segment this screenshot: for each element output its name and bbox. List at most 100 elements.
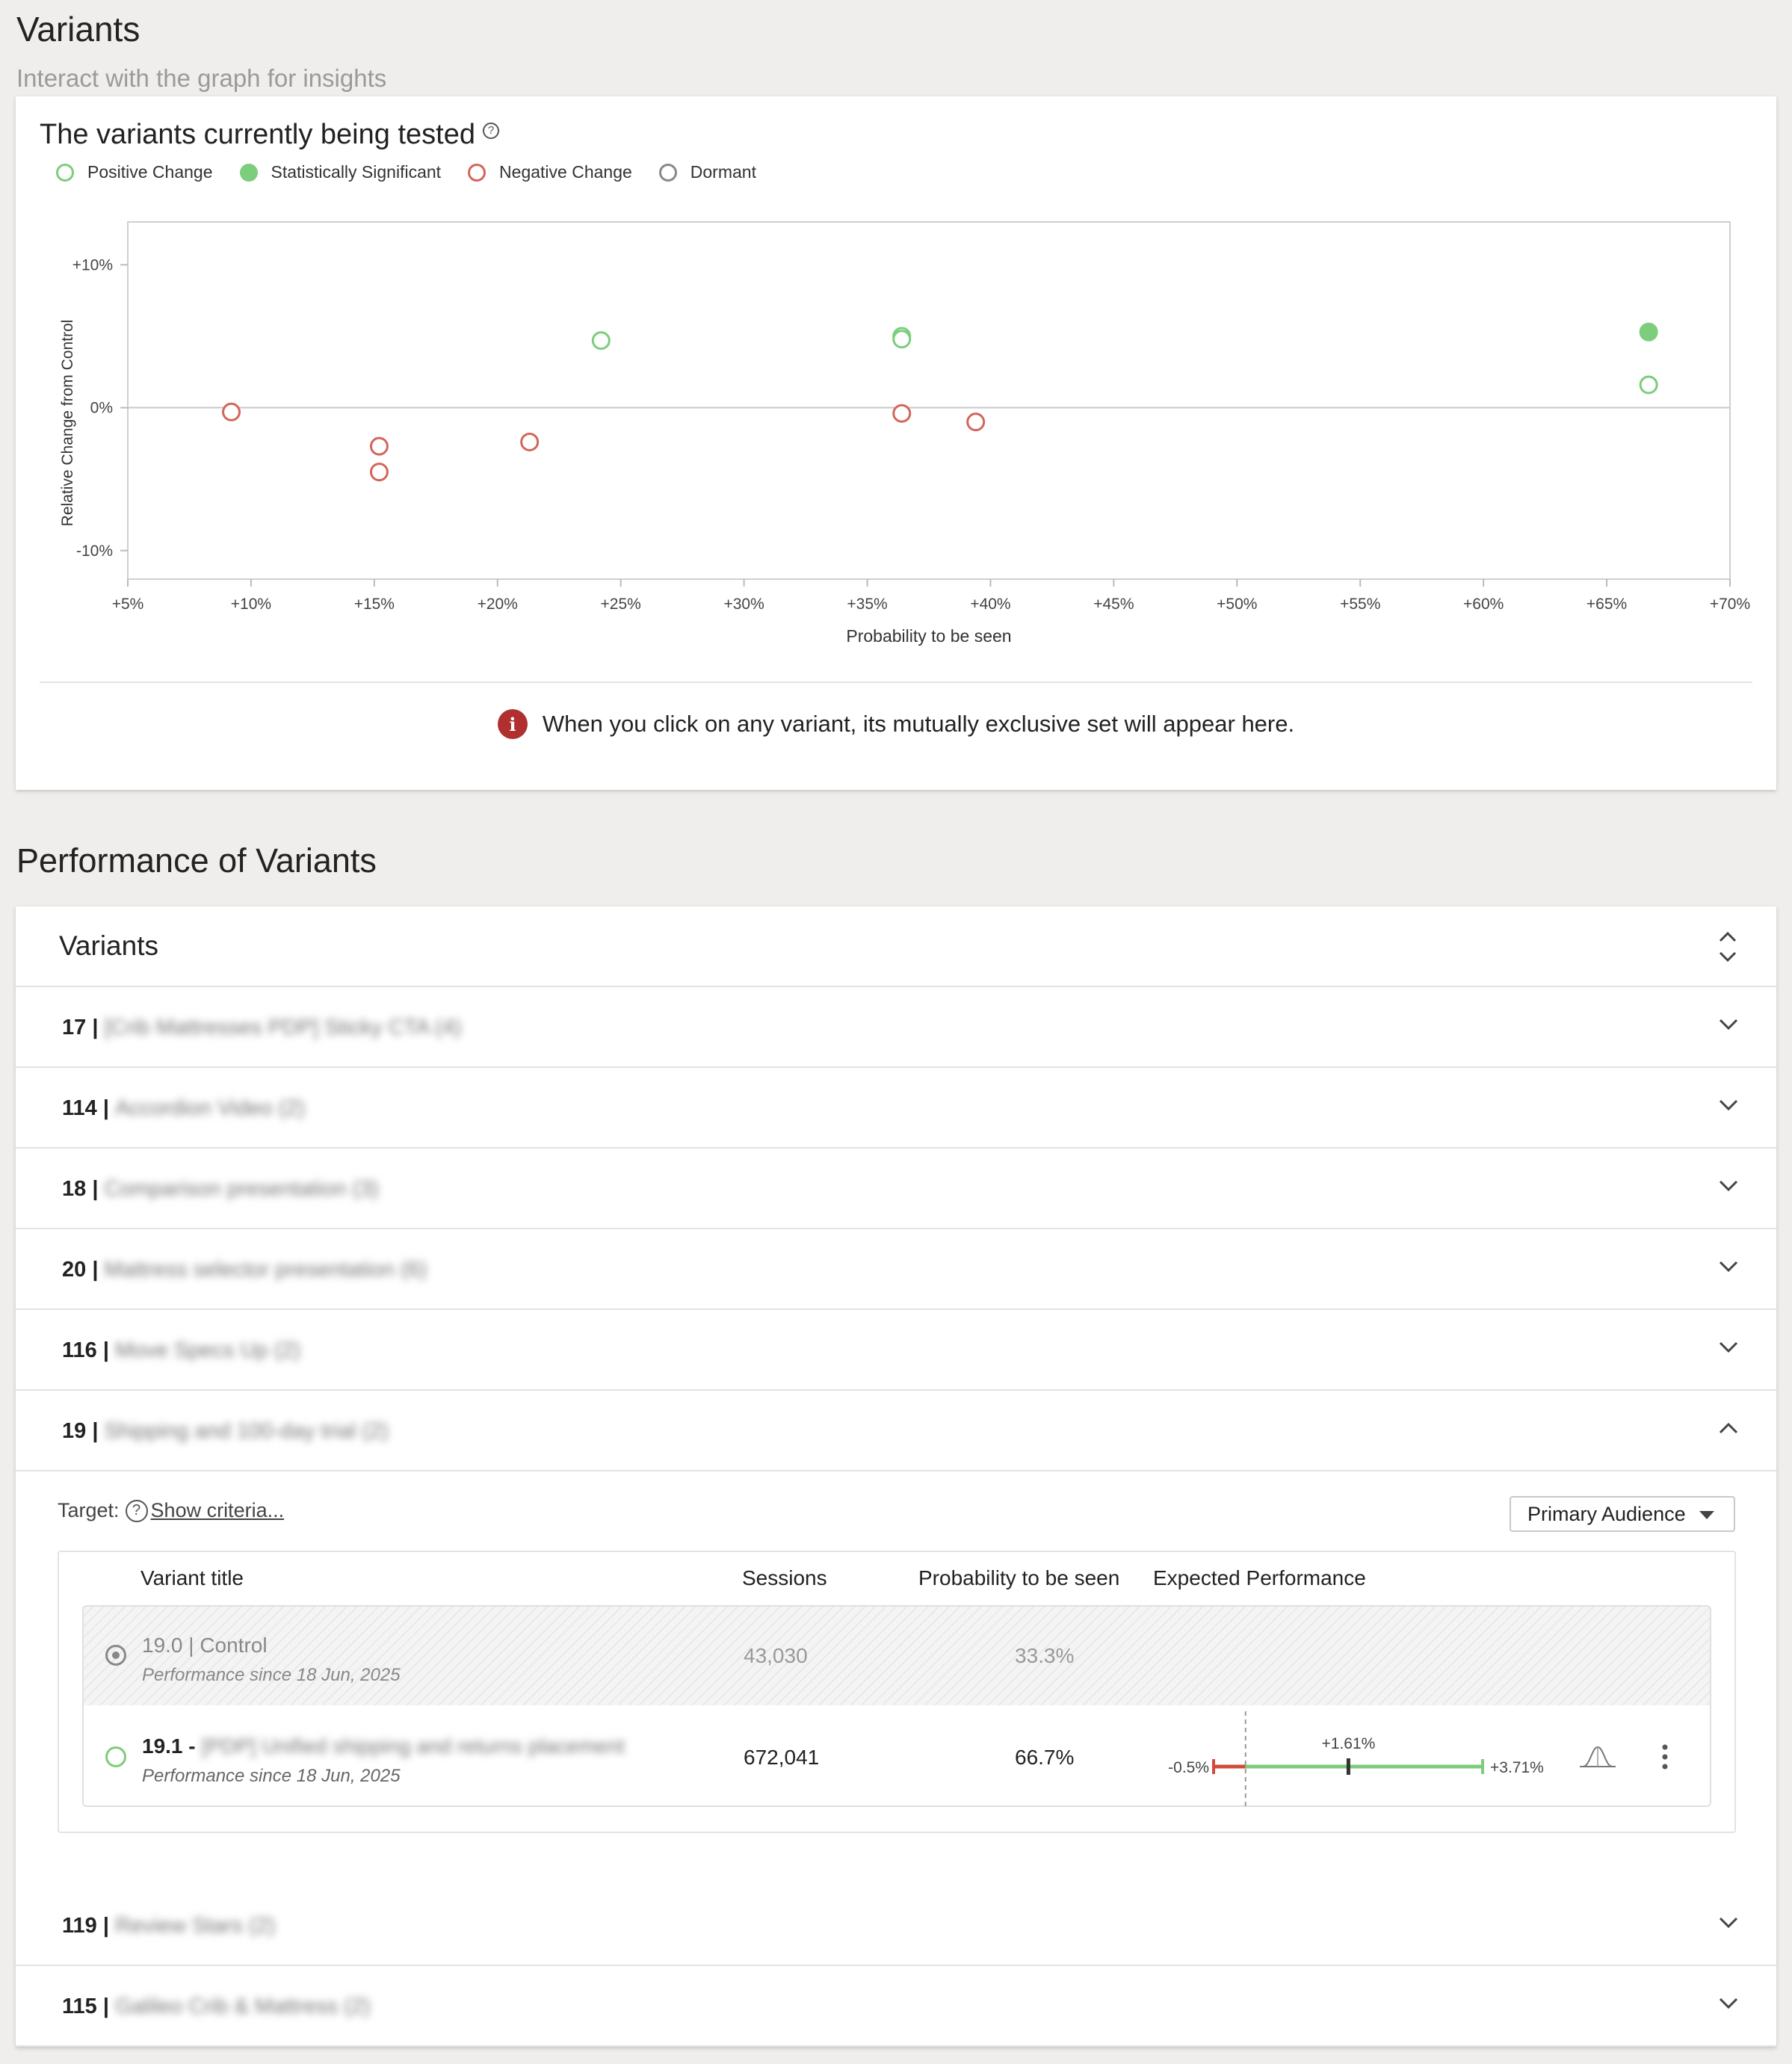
x-tick-label: +30% xyxy=(723,596,764,613)
col-probability: Probability to be seen xyxy=(918,1566,1120,1589)
legend-swatch xyxy=(56,163,74,182)
variant-group-number: 119 | xyxy=(62,1914,109,1938)
x-tick-label: +70% xyxy=(1710,596,1750,613)
chevron-down-icon[interactable] xyxy=(1718,1017,1739,1032)
target-label: Target: ? Show criteria... xyxy=(58,1499,284,1522)
control-probability: 33.3% xyxy=(1015,1644,1075,1667)
variant-sessions: 672,041 xyxy=(744,1746,820,1769)
chevron-up-icon[interactable] xyxy=(1718,1421,1739,1436)
chevron-down-icon[interactable] xyxy=(1718,1259,1739,1274)
variant-point[interactable] xyxy=(222,402,241,421)
performance-header: Variants xyxy=(16,906,1776,987)
variant-group-number: 116 | xyxy=(62,1338,109,1362)
variant-group-row[interactable]: 18 | Comparison presentation (3) xyxy=(16,1149,1776,1229)
variant-point[interactable] xyxy=(892,404,912,423)
x-tick-label: +55% xyxy=(1340,596,1380,613)
legend-swatch xyxy=(468,163,486,182)
caret-down-icon xyxy=(1699,1511,1714,1519)
x-tick-label: +25% xyxy=(601,596,641,613)
variant-point[interactable] xyxy=(1639,375,1658,395)
y-axis-label: Relative Change from Control xyxy=(59,320,76,527)
variant-group-number: 17 | xyxy=(62,1016,99,1039)
legend-label: Positive Change xyxy=(87,162,213,182)
audience-select[interactable]: Primary Audience xyxy=(1510,1496,1735,1532)
x-tick-label: +60% xyxy=(1463,596,1504,613)
variant-group-row[interactable]: 114 | Accordion Video (2) xyxy=(16,1068,1776,1149)
show-criteria-link[interactable]: Show criteria... xyxy=(151,1499,285,1522)
variant-group-name: Move Specs Up (2) xyxy=(114,1338,301,1362)
y-tick-label: 0% xyxy=(90,400,113,417)
x-tick-label: +5% xyxy=(112,596,144,613)
variant-group-label: 115 | Galileo Crib & Mattress (2) xyxy=(62,1995,371,2019)
variant-since: Performance since 18 Jun, 2025 xyxy=(142,1766,401,1786)
variant-radio[interactable] xyxy=(105,1746,126,1767)
variant-point[interactable] xyxy=(966,413,986,432)
variant-name: [PDP] Unified shipping and returns place… xyxy=(201,1734,625,1758)
legend-item[interactable]: Dormant xyxy=(658,162,756,182)
variant-group-name: Shipping and 100-day trial (2) xyxy=(104,1419,389,1443)
variant-point[interactable] xyxy=(591,331,611,350)
variant-group-row[interactable]: 19 | Shipping and 100-day trial (2) xyxy=(16,1391,1776,1471)
chart-legend: Positive Change Statistically Significant… xyxy=(56,162,756,182)
variant-title-text: 19.1 - xyxy=(142,1734,196,1758)
expected-mid-label: +1.61% xyxy=(1322,1735,1376,1752)
chart-title: The variants currently being tested ? xyxy=(40,119,499,151)
legend-label: Negative Change xyxy=(499,162,632,182)
control-radio[interactable] xyxy=(105,1645,126,1666)
variant-group-number: 20 | xyxy=(62,1258,99,1282)
col-variant-title: Variant title xyxy=(140,1566,244,1589)
legend-item[interactable]: Negative Change xyxy=(468,162,632,182)
variants-chart-card: +5% +10% +15% +20% +25% +30% +35% +40% +45% +50% +… xyxy=(16,96,1776,790)
variant-group-row[interactable]: 119 | Review Stars (2) xyxy=(16,1885,1776,1966)
sort-toggle-icon[interactable] xyxy=(1717,929,1739,965)
legend-label: Statistically Significant xyxy=(271,162,442,182)
audience-select-value: Primary Audience xyxy=(1527,1502,1686,1525)
variant-group-row[interactable]: 115 | Galileo Crib & Mattress (2) xyxy=(16,1966,1776,2047)
legend-swatch xyxy=(658,163,677,182)
variant-group-row[interactable]: 17 | [Crib Mattresses PDP] Sticky CTA (4) xyxy=(16,987,1776,1068)
variant-group-label: 116 | Move Specs Up (2) xyxy=(62,1338,300,1363)
info-message: i When you click on any variant, its mut… xyxy=(16,709,1776,739)
variant-point[interactable] xyxy=(520,432,540,451)
x-tick-label: +45% xyxy=(1093,596,1134,613)
control-variant-row[interactable] xyxy=(82,1605,1711,1707)
variant-point[interactable] xyxy=(892,330,912,349)
variant-point[interactable] xyxy=(369,463,389,482)
plot-area xyxy=(127,221,1731,580)
variant-group-label: 19 | Shipping and 100-day trial (2) xyxy=(62,1419,389,1444)
legend-label: Dormant xyxy=(690,162,756,182)
chevron-down-icon[interactable] xyxy=(1718,1996,1739,2011)
legend-item[interactable]: Statistically Significant xyxy=(239,162,442,182)
more-vertical-icon[interactable] xyxy=(1662,1744,1668,1770)
legend-swatch xyxy=(239,163,258,182)
chevron-down-icon[interactable] xyxy=(1718,1178,1739,1193)
chevron-down-icon[interactable] xyxy=(1718,1340,1739,1355)
col-sessions: Sessions xyxy=(742,1566,827,1589)
col-expected-performance: Expected Performance xyxy=(1153,1566,1366,1589)
variant-group-name: Galileo Crib & Mattress (2) xyxy=(114,1995,371,2018)
variant-group-number: 19 | xyxy=(62,1419,99,1443)
legend-item[interactable]: Positive Change xyxy=(56,162,213,182)
y-tick-label: +10% xyxy=(72,256,113,274)
scatter-chart[interactable]: +5% +10% +15% +20% +25% +30% +35% +40% +45% +50% +… xyxy=(16,96,1776,679)
variant-point[interactable] xyxy=(369,436,389,456)
variant-title: 19.1 - [PDP] Unified shipping and return… xyxy=(142,1734,625,1758)
chevron-down-icon[interactable] xyxy=(1718,1098,1739,1113)
variant-group-label: 114 | Accordion Video (2) xyxy=(62,1096,305,1121)
variant-group-row[interactable]: 116 | Move Specs Up (2) xyxy=(16,1310,1776,1391)
control-since: Performance since 18 Jun, 2025 xyxy=(142,1665,401,1685)
variant-point[interactable] xyxy=(1639,322,1658,342)
chevron-down-icon[interactable] xyxy=(1718,1915,1739,1930)
divider xyxy=(40,682,1752,683)
performance-header-title: Variants xyxy=(59,930,158,961)
control-sessions: 43,030 xyxy=(744,1644,808,1667)
variant-group-name: Mattress selector presentation (6) xyxy=(104,1258,427,1282)
x-tick-label: +65% xyxy=(1586,596,1627,613)
variant-group-row[interactable]: 20 | Mattress selector presentation (6) xyxy=(16,1229,1776,1310)
question-icon[interactable]: ? xyxy=(125,1499,148,1522)
help-icon[interactable]: ? xyxy=(482,122,499,139)
page-subtitle: Interact with the graph for insights xyxy=(16,64,387,92)
control-title: 19.0 | Control xyxy=(142,1634,268,1657)
distribution-icon[interactable] xyxy=(1578,1744,1617,1770)
expected-performance-bar[interactable]: -0.5% +1.61% +3.71% xyxy=(1158,1711,1562,1808)
